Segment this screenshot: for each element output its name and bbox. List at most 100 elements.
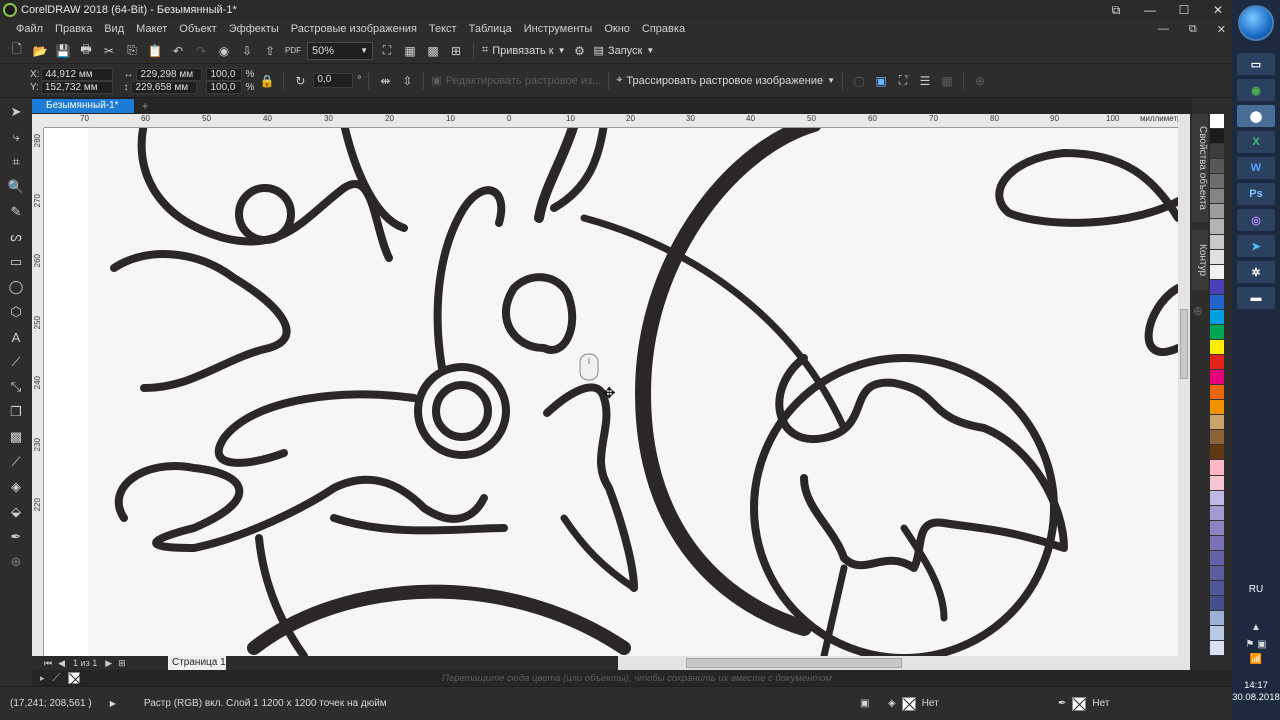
open-folder-icon[interactable]: 📂 bbox=[31, 42, 49, 60]
horizontal-ruler[interactable]: 70 60 50 40 30 20 10 0 10 20 30 40 50 60… bbox=[44, 114, 1178, 128]
interactive-fill-tool-icon[interactable]: ◈ bbox=[5, 477, 27, 497]
publish-pdf-icon[interactable]: PDF bbox=[284, 42, 302, 60]
show-rulers-icon[interactable]: ▦ bbox=[401, 42, 419, 60]
chrome-taskbar-icon[interactable]: ◉ bbox=[1237, 79, 1275, 101]
drop-shadow-tool-icon[interactable]: ❐ bbox=[5, 402, 27, 422]
network-icon[interactable]: 📶 bbox=[1232, 654, 1280, 665]
viber-taskbar-icon[interactable]: ◎ bbox=[1237, 209, 1275, 231]
doc-close-button[interactable]: ✕ bbox=[1217, 23, 1226, 36]
ruler-origin[interactable] bbox=[32, 114, 44, 128]
save-icon[interactable]: 💾 bbox=[54, 42, 72, 60]
menu-object[interactable]: Объект bbox=[173, 23, 222, 35]
palette-swatch[interactable] bbox=[1210, 219, 1224, 235]
menu-table[interactable]: Таблица bbox=[463, 23, 518, 35]
menu-layout[interactable]: Макет bbox=[130, 23, 173, 35]
connector-tool-icon[interactable]: ⤡ bbox=[5, 377, 27, 397]
add-icon[interactable]: ⊕ bbox=[971, 72, 989, 90]
horizontal-scroll-thumb[interactable] bbox=[686, 658, 902, 668]
smart-fill-tool-icon[interactable]: ⬙ bbox=[5, 502, 27, 522]
crop-tool-icon[interactable]: ⌗ bbox=[5, 152, 27, 172]
maximize-button[interactable]: ☐ bbox=[1176, 3, 1192, 17]
rectangle-tool-icon[interactable]: ▭ bbox=[5, 252, 27, 272]
palette-swatch[interactable] bbox=[1210, 535, 1224, 551]
shape-tool-icon[interactable]: ⤷ bbox=[5, 127, 27, 147]
tray-expand-icon[interactable]: ▲ bbox=[1232, 622, 1280, 633]
palette-swatch[interactable] bbox=[1210, 339, 1224, 355]
new-document-icon[interactable]: 🗋 bbox=[8, 42, 26, 60]
menu-tools[interactable]: Инструменты bbox=[518, 23, 599, 35]
vertical-scroll-thumb[interactable] bbox=[1180, 309, 1188, 379]
menu-file[interactable]: Файл bbox=[10, 23, 49, 35]
bitmap-frame-icon[interactable]: ⛶ bbox=[894, 72, 912, 90]
import-icon[interactable]: ⇩ bbox=[238, 42, 256, 60]
transparency-tool-icon[interactable]: ▩ bbox=[5, 427, 27, 447]
menu-effects[interactable]: Эффекты bbox=[223, 23, 285, 35]
pick-tool-icon[interactable]: ➤ bbox=[5, 102, 27, 122]
close-button[interactable]: ✕ bbox=[1210, 3, 1226, 17]
doc-minimize-button[interactable]: — bbox=[1158, 23, 1169, 36]
keyboard-language[interactable]: RU bbox=[1232, 584, 1280, 595]
coreldraw-taskbar-icon[interactable]: ⬤ bbox=[1237, 105, 1275, 127]
palette-swatch[interactable] bbox=[1210, 490, 1224, 506]
show-guidelines-icon[interactable]: ⊞ bbox=[447, 42, 465, 60]
palette-swatch[interactable] bbox=[1210, 550, 1224, 566]
eyedropper-tool-icon[interactable]: ⟋ bbox=[5, 452, 27, 472]
menu-window[interactable]: Окно bbox=[598, 23, 636, 35]
contour-tab[interactable]: Контур bbox=[1192, 230, 1208, 290]
document-tab[interactable]: Безымянный-1* bbox=[32, 99, 134, 113]
palette-swatch[interactable] bbox=[1210, 520, 1224, 536]
artistic-media-tool-icon[interactable]: ᔕ bbox=[5, 227, 27, 247]
fill-indicator[interactable]: ◈ Нет bbox=[888, 696, 939, 711]
print-icon[interactable]: 🖶 bbox=[77, 42, 95, 60]
palette-swatch[interactable] bbox=[1210, 475, 1224, 491]
drawing-canvas[interactable]: ✥ bbox=[44, 128, 1178, 656]
palette-swatch[interactable] bbox=[1210, 324, 1224, 340]
page-tab[interactable]: Страница 1 bbox=[168, 656, 226, 670]
polygon-tool-icon[interactable]: ⬡ bbox=[5, 302, 27, 322]
palette-swatch[interactable] bbox=[1210, 430, 1224, 446]
color-proof-icon[interactable]: ▣ bbox=[860, 698, 869, 709]
palette-swatch[interactable] bbox=[1210, 445, 1224, 461]
palette-swatch[interactable] bbox=[1210, 174, 1224, 190]
edit-bitmap-button[interactable]: ▣ Редактировать растровое из... bbox=[431, 74, 601, 88]
palette-swatch[interactable] bbox=[1210, 505, 1224, 521]
palette-swatch[interactable] bbox=[1210, 580, 1224, 596]
search-content-icon[interactable]: ◉ bbox=[215, 42, 233, 60]
export-icon[interactable]: ⇧ bbox=[261, 42, 279, 60]
menu-text[interactable]: Текст bbox=[423, 23, 463, 35]
mirror-vertical-icon[interactable]: ⇳ bbox=[398, 72, 416, 90]
palette-swatch[interactable] bbox=[1210, 611, 1224, 627]
palette-swatch[interactable] bbox=[1210, 144, 1224, 160]
add-page-icon[interactable]: ⊞ bbox=[118, 658, 126, 669]
undo-icon[interactable]: ↶ bbox=[169, 42, 187, 60]
bitmap-color-mask-icon[interactable]: ☰ bbox=[916, 72, 934, 90]
object-properties-tab[interactable]: Свойства объекта bbox=[1192, 114, 1208, 222]
rotation-input[interactable]: 0,0 bbox=[313, 73, 354, 88]
show-grid-icon[interactable]: ▩ bbox=[424, 42, 442, 60]
first-page-icon[interactable]: ⏮ bbox=[44, 658, 52, 669]
menu-help[interactable]: Справка bbox=[636, 23, 691, 35]
freehand-tool-icon[interactable]: ✎ bbox=[5, 202, 27, 222]
palette-swatch[interactable] bbox=[1210, 264, 1224, 280]
menu-view[interactable]: Вид bbox=[98, 23, 130, 35]
text-tool-icon[interactable]: A bbox=[5, 327, 27, 347]
snipping-taskbar-icon[interactable]: ✲ bbox=[1237, 261, 1275, 283]
mirror-horizontal-icon[interactable]: ⇹ bbox=[376, 72, 394, 90]
start-button[interactable] bbox=[1238, 5, 1274, 41]
cut-icon[interactable]: ✂ bbox=[100, 42, 118, 60]
new-tab-button[interactable]: + bbox=[138, 99, 152, 113]
palette-swatch[interactable] bbox=[1210, 159, 1224, 175]
launch-button[interactable]: ▤ Запуск ▼ bbox=[594, 44, 655, 58]
resample-icon[interactable]: ▣ bbox=[872, 72, 890, 90]
snap-to-button[interactable]: ⌗ Привязать к ▼ bbox=[482, 44, 566, 57]
palette-swatch[interactable] bbox=[1210, 355, 1224, 371]
link-icon[interactable]: ▦ bbox=[938, 72, 956, 90]
task-manager-taskbar-icon[interactable]: ▬ bbox=[1237, 287, 1275, 309]
palette-swatch[interactable] bbox=[1210, 189, 1224, 205]
width-input[interactable]: 229,298 мм bbox=[136, 67, 203, 81]
full-screen-preview-icon[interactable]: ⛶ bbox=[378, 42, 396, 60]
palette-swatch[interactable] bbox=[1210, 400, 1224, 416]
next-page-icon[interactable]: ▶ bbox=[105, 658, 112, 669]
palette-swatch[interactable] bbox=[1210, 294, 1224, 310]
ornament-bitmap[interactable]: ✥ bbox=[44, 128, 1178, 656]
